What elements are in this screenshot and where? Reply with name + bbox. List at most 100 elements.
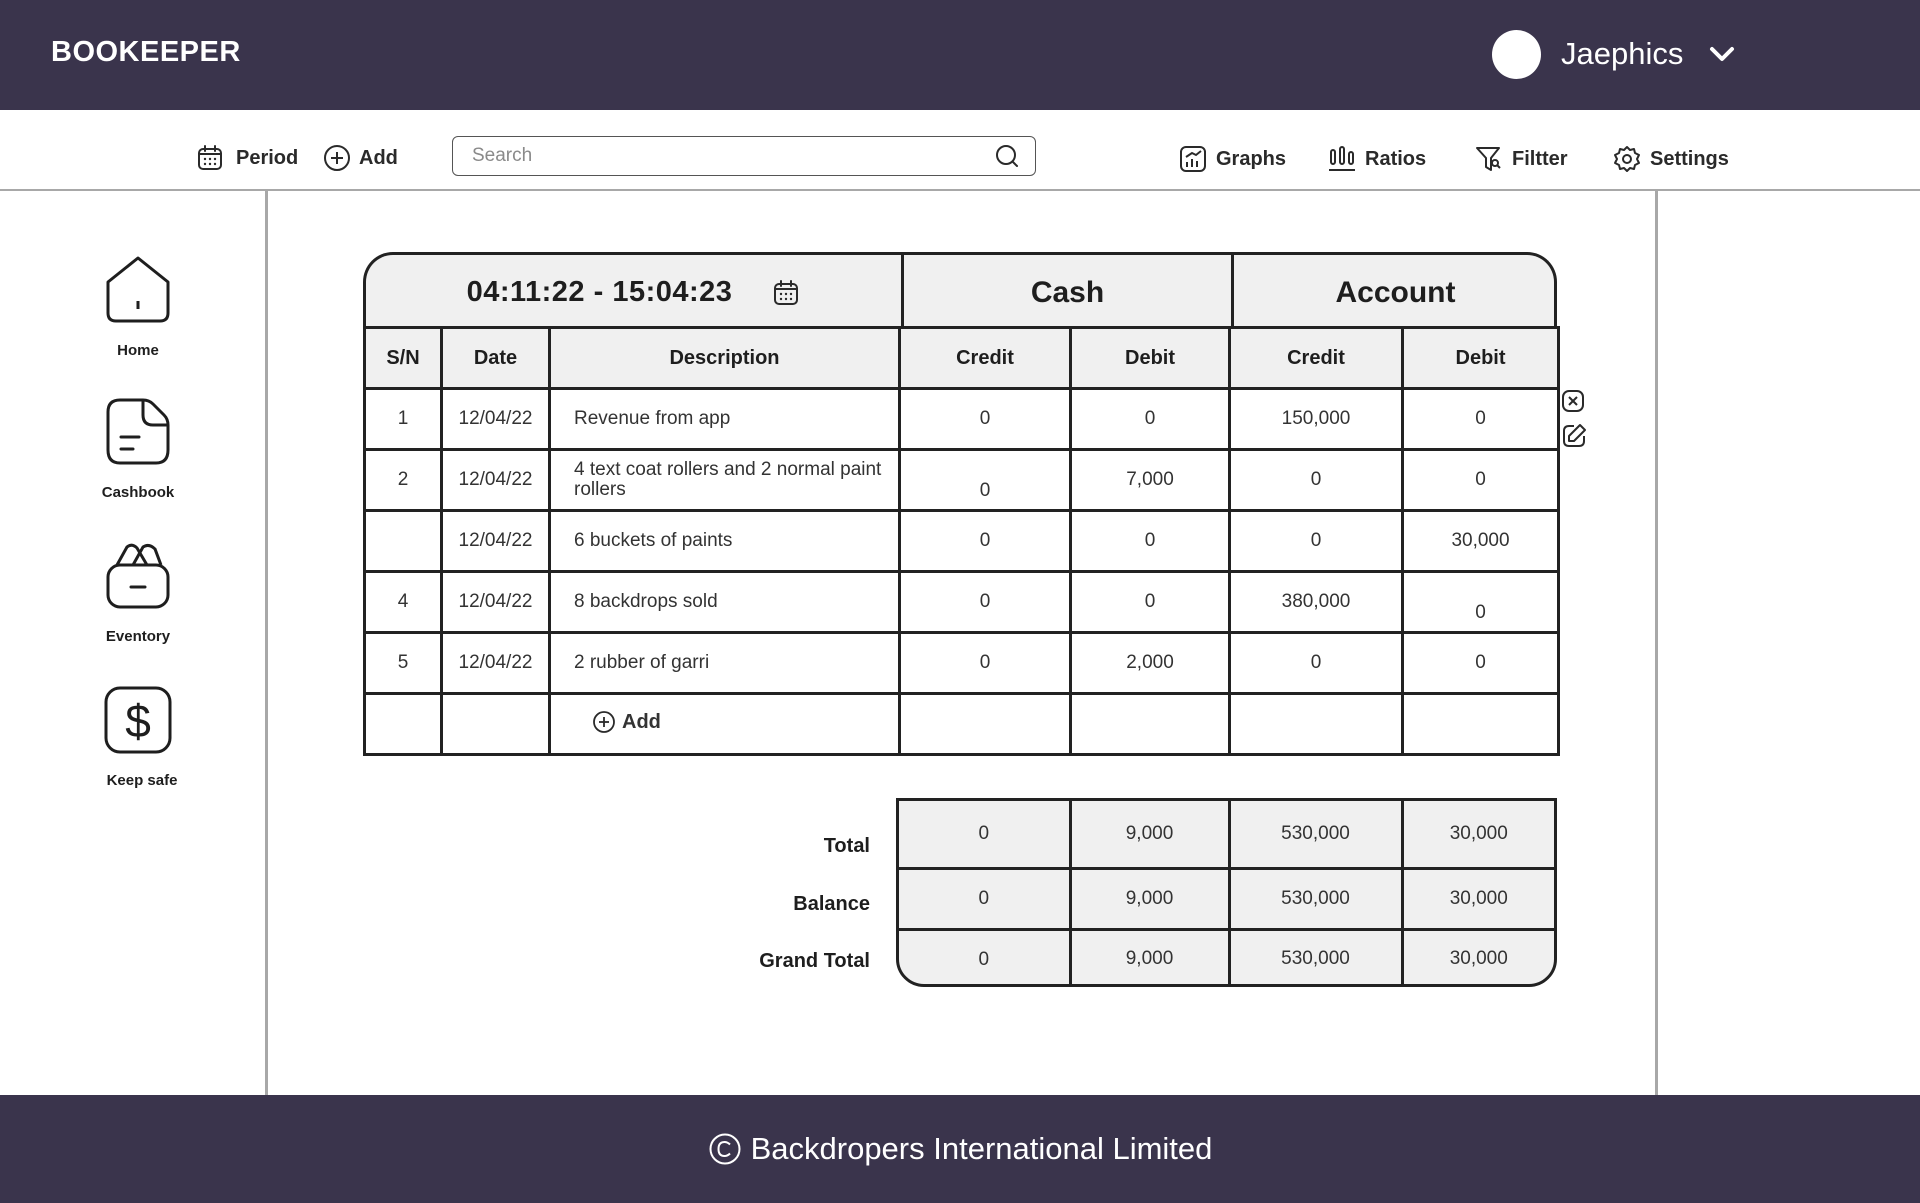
app-header: BOOKEEPER Jaephics xyxy=(0,0,1920,110)
cell-description[interactable]: 2 rubber of garri xyxy=(548,631,901,695)
cell-account-credit[interactable]: 0 xyxy=(1228,448,1404,512)
ledger-table: S/N Date Description Credit Debit Credit… xyxy=(363,326,1560,756)
sidebar-item-cashbook[interactable]: Cashbook xyxy=(78,397,198,501)
cell-description[interactable]: Revenue from app xyxy=(548,387,901,451)
balance-row: 0 9,000 530,000 30,000 xyxy=(899,868,1554,931)
calendar-icon[interactable] xyxy=(772,279,800,307)
table-row[interactable]: 1 12/04/22 Revenue from app 0 0 150,000 … xyxy=(363,387,1560,451)
cell-date[interactable]: 12/04/22 xyxy=(440,570,551,634)
total-account-credit: 530,000 xyxy=(1229,801,1404,870)
graphs-button[interactable]: Graphs xyxy=(1178,144,1286,174)
app-footer: Backdropers International Limited xyxy=(0,1095,1920,1203)
cell-cash-debit[interactable]: 0 xyxy=(1069,509,1231,573)
cell-sn[interactable] xyxy=(363,509,443,573)
column-header[interactable]: Credit xyxy=(898,326,1072,390)
add-button[interactable]: Add xyxy=(323,144,398,172)
sidebar-item-label: Home xyxy=(117,342,159,359)
chart-icon xyxy=(1180,146,1206,172)
column-header[interactable]: Date xyxy=(440,326,551,390)
table-row[interactable]: 4 12/04/22 8 backdrops sold 0 0 380,000 … xyxy=(363,570,1560,634)
gear-icon xyxy=(1614,146,1640,172)
cell-date[interactable]: 12/04/22 xyxy=(440,448,551,512)
table-header-row: S/N Date Description Credit Debit Credit… xyxy=(363,326,1560,390)
cell-date[interactable]: 12/04/22 xyxy=(440,631,551,695)
cell-account-debit[interactable]: 0 xyxy=(1401,570,1560,634)
cell-account-debit[interactable]: 30,000 xyxy=(1401,509,1560,573)
username[interactable]: Jaephics xyxy=(1561,36,1683,72)
content-divider xyxy=(1655,191,1658,1095)
cash-group-header: Cash xyxy=(901,255,1231,327)
cell-sn[interactable]: 1 xyxy=(363,387,443,451)
cell-account-credit[interactable]: 0 xyxy=(1228,631,1404,695)
filter-icon xyxy=(1476,147,1501,171)
grand-total-cash-debit: 9,000 xyxy=(1070,929,1231,984)
home-icon xyxy=(106,256,170,323)
empty-cell xyxy=(1401,692,1560,756)
grand-total-label: Grand Total xyxy=(759,950,870,972)
empty-cell xyxy=(363,692,443,756)
avatar[interactable] xyxy=(1492,29,1541,79)
sidebar-item-home[interactable]: Home xyxy=(78,255,198,359)
user-menu[interactable]: Jaephics xyxy=(1492,29,1737,79)
close-icon[interactable] xyxy=(1560,388,1588,416)
cell-description[interactable]: 8 backdrops sold xyxy=(548,570,901,634)
cell-cash-credit[interactable]: 0 xyxy=(898,387,1072,451)
add-entry-button[interactable]: Add xyxy=(592,710,661,734)
plus-circle-icon xyxy=(324,145,350,171)
cell-date[interactable]: 12/04/22 xyxy=(440,387,551,451)
cell-account-debit[interactable]: 0 xyxy=(1401,448,1560,512)
ratios-button[interactable]: Ratios xyxy=(1327,144,1426,174)
search-bar[interactable] xyxy=(452,136,1036,176)
column-header[interactable]: Debit xyxy=(1069,326,1231,390)
table-row[interactable]: 12/04/22 6 buckets of paints 0 0 0 30,00… xyxy=(363,509,1560,573)
period-button[interactable]: Period xyxy=(196,144,298,172)
period-text: 04:11:22 - 15:04:23 xyxy=(466,276,733,308)
cashbook-icon xyxy=(106,398,170,465)
search-input[interactable] xyxy=(472,145,995,167)
cell-account-credit[interactable]: 380,000 xyxy=(1228,570,1404,634)
cell-sn[interactable]: 5 xyxy=(363,631,443,695)
cell-sn[interactable]: 2 xyxy=(363,448,443,512)
empty-cell xyxy=(1069,692,1231,756)
cell-account-debit[interactable]: 0 xyxy=(1401,631,1560,695)
sidebar-item-label: Keep safe xyxy=(106,772,178,789)
cell-description[interactable]: 4 text coat rollers and 2 normal paint r… xyxy=(548,448,901,512)
balance-cash-debit: 9,000 xyxy=(1070,868,1231,931)
table-row[interactable]: 5 12/04/22 2 rubber of garri 0 2,000 0 0 xyxy=(363,631,1560,695)
inventory-icon xyxy=(106,543,170,609)
cell-account-debit[interactable]: 0 xyxy=(1401,387,1560,451)
calendar-icon xyxy=(198,145,222,170)
cell-sn[interactable]: 4 xyxy=(363,570,443,634)
sidebar-item-inventory[interactable]: Eventory xyxy=(78,541,198,645)
total-cash-credit: 0 xyxy=(899,801,1072,870)
cell-cash-credit[interactable]: 0 xyxy=(898,509,1072,573)
cell-cash-credit[interactable]: 0 xyxy=(898,448,1072,512)
cell-account-credit[interactable]: 0 xyxy=(1228,509,1404,573)
period-range[interactable]: 04:11:22 - 15:04:23 xyxy=(366,255,901,327)
settings-label: Settings xyxy=(1650,147,1729,170)
settings-button[interactable]: Settings xyxy=(1612,144,1729,174)
column-header[interactable]: Debit xyxy=(1401,326,1560,390)
cell-cash-debit[interactable]: 2,000 xyxy=(1069,631,1231,695)
total-account-debit: 30,000 xyxy=(1402,801,1554,870)
sidebar-item-keep-safe[interactable]: $ Keep safe xyxy=(78,685,198,789)
add-label: Add xyxy=(359,146,398,169)
column-header[interactable]: Credit xyxy=(1228,326,1404,390)
column-header[interactable]: S/N xyxy=(363,326,443,390)
edit-icon[interactable] xyxy=(1560,422,1588,450)
cell-account-credit[interactable]: 150,000 xyxy=(1228,387,1404,451)
cell-cash-debit[interactable]: 7,000 xyxy=(1069,448,1231,512)
cell-date[interactable]: 12/04/22 xyxy=(440,509,551,573)
empty-cell xyxy=(440,692,551,756)
filter-button[interactable]: Filtter xyxy=(1474,144,1568,174)
table-row[interactable]: 2 12/04/22 4 text coat rollers and 2 nor… xyxy=(363,448,1560,512)
cell-cash-debit[interactable]: 0 xyxy=(1069,570,1231,634)
cell-description[interactable]: 6 buckets of paints xyxy=(548,509,901,573)
cell-cash-credit[interactable]: 0 xyxy=(898,570,1072,634)
app-logo[interactable]: BOOKEEPER xyxy=(51,36,241,69)
cell-cash-credit[interactable]: 0 xyxy=(898,631,1072,695)
search-icon[interactable] xyxy=(995,144,1019,168)
chevron-down-icon[interactable] xyxy=(1709,40,1737,68)
column-header[interactable]: Description xyxy=(548,326,901,390)
cell-cash-debit[interactable]: 0 xyxy=(1069,387,1231,451)
